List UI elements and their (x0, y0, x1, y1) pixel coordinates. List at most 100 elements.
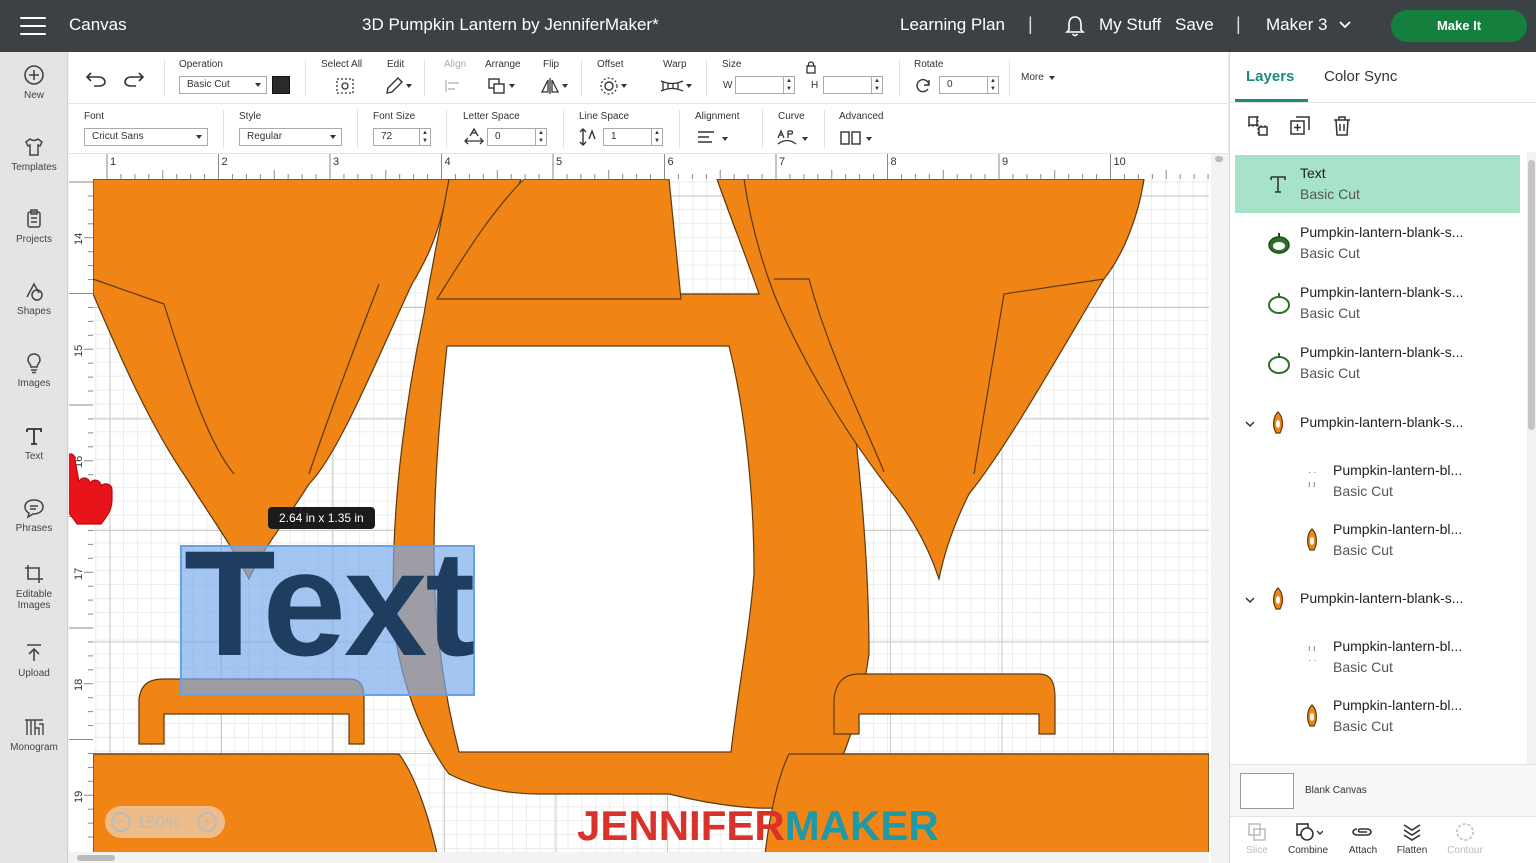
contour-label: Contour (1447, 845, 1483, 856)
ruler-label: 17 (73, 567, 85, 580)
toolbar-divider (357, 110, 358, 148)
chevron-down-icon[interactable] (1244, 594, 1256, 606)
rotate-icon[interactable] (913, 76, 933, 96)
combine-button[interactable]: Combine (1281, 821, 1335, 856)
make-it-button[interactable]: Make It (1391, 10, 1527, 42)
flatten-button[interactable]: Flatten (1385, 821, 1439, 856)
layer-child[interactable]: Pumpkin-lantern-bl... Basic Cut (1230, 687, 1520, 745)
tab-layers[interactable]: Layers (1246, 68, 1294, 85)
sidebar-item-text[interactable]: Text (0, 425, 68, 462)
flip-label: Flip (543, 59, 560, 70)
color-swatch[interactable] (272, 76, 290, 94)
rotate-input[interactable]: 0 ▲ ▼ (939, 76, 999, 94)
height-input[interactable]: ▲ ▼ (823, 76, 883, 94)
layer-name: Pumpkin-lantern-blank-s... (1300, 344, 1464, 360)
sidebar-item-new[interactable]: New (0, 64, 68, 101)
ruler-label: 7 (779, 156, 786, 168)
layer-pumpkin[interactable]: Pumpkin-lantern-blank-s... Basic Cut (1230, 214, 1520, 272)
text-toolbar: Font Cricut Sans Style Regular Font Size… (69, 104, 1228, 154)
warp-icon[interactable] (659, 78, 685, 94)
design-canvas[interactable]: 1 2 3 4 5 6 7 8 9 10 14 15 16 17 18 19 Text 2.64 in x … (69, 154, 1228, 863)
sidebar-item-monogram[interactable]: Monogram (0, 716, 68, 753)
pumpkin-lantern-shapes[interactable] (69, 154, 1209, 863)
sidebar-item-editable-images[interactable]: Editable Images (0, 563, 68, 611)
delete-icon[interactable] (1330, 114, 1354, 138)
attach-button[interactable]: Attach (1336, 821, 1390, 856)
layer-group[interactable]: Pumpkin-lantern-blank-s... (1230, 570, 1520, 628)
machine-selector[interactable]: Maker 3 (1266, 15, 1327, 35)
chevron-down-icon[interactable] (1338, 18, 1352, 32)
align-left-icon[interactable] (696, 129, 718, 147)
canvas-horizontal-scrollbar[interactable] (69, 852, 1209, 863)
layer-name: Pumpkin-lantern-bl... (1333, 697, 1463, 713)
font-size-input[interactable]: 72 ▲ ▼ (373, 128, 431, 146)
toolbar-divider (899, 60, 900, 96)
ruler-label: 9 (1002, 156, 1009, 168)
combine-icon (1296, 823, 1323, 841)
sidebar-item-images[interactable]: Images (0, 352, 68, 389)
letter-space-value: 0 (495, 131, 501, 142)
attach-label: Attach (1348, 845, 1378, 856)
arrange-icon[interactable] (486, 76, 508, 96)
font-select[interactable]: Cricut Sans (84, 128, 208, 146)
canvas-vertical-scrollbar[interactable] (1211, 154, 1228, 863)
line-space-input[interactable]: 1 ▲ ▼ (603, 128, 663, 146)
zoom-out-button[interactable]: − (111, 812, 131, 832)
blank-canvas-swatch[interactable] (1240, 773, 1294, 809)
app-title: Canvas (69, 15, 127, 34)
sidebar-item-phrases[interactable]: Phrases (0, 497, 68, 534)
style-select[interactable]: Regular (239, 128, 342, 146)
flip-icon[interactable] (539, 76, 561, 96)
duplicate-icon[interactable] (1288, 114, 1312, 138)
zoom-level: 150% (137, 813, 181, 832)
undo-icon[interactable] (85, 70, 107, 88)
save-button[interactable]: Save (1175, 15, 1214, 35)
layer-text[interactable]: Text Basic Cut (1235, 155, 1520, 213)
learning-plan-link[interactable]: Learning Plan (900, 15, 1005, 35)
offset-icon[interactable] (598, 76, 620, 96)
size-label: Size (722, 59, 742, 70)
select-all-icon[interactable] (334, 76, 356, 96)
layer-child[interactable]: Pumpkin-lantern-bl... Basic Cut (1230, 511, 1520, 569)
operation-select[interactable]: Basic Cut (179, 76, 267, 94)
dropdown-caret-icon (686, 84, 692, 88)
layers-scrollbar[interactable] (1527, 152, 1536, 764)
bell-icon[interactable] (1064, 14, 1086, 38)
zoom-in-button[interactable]: + (197, 812, 217, 832)
dropdown-caret-icon (621, 84, 627, 88)
group-icon[interactable] (1246, 114, 1270, 138)
editable-images-icon (25, 565, 43, 583)
layer-child[interactable]: ı ı · · Pumpkin-lantern-bl... Basic Cut (1230, 628, 1520, 686)
layer-pumpkin[interactable]: Pumpkin-lantern-blank-s... Basic Cut (1230, 274, 1520, 332)
sidebar-item-projects[interactable]: Projects (0, 208, 68, 245)
curve-label: Curve (778, 111, 805, 122)
sidebar-item-templates[interactable]: Templates (0, 136, 68, 173)
layer-operation: Basic Cut (1333, 483, 1393, 499)
toolbar-divider (424, 60, 425, 96)
pumpkin-outline-icon (1268, 353, 1290, 374)
line-space-value: 1 (611, 131, 617, 142)
lock-icon[interactable] (805, 60, 817, 74)
redo-icon[interactable] (123, 70, 145, 88)
flatten-label: Flatten (1396, 845, 1428, 856)
text-object[interactable]: Text (184, 528, 475, 678)
hamburger-menu-icon[interactable] (20, 17, 46, 35)
sidebar-item-upload[interactable]: Upload (0, 642, 68, 679)
layer-group[interactable]: Pumpkin-lantern-blank-s... (1230, 394, 1520, 452)
advanced-icon[interactable] (839, 130, 863, 146)
slice-icon (1248, 823, 1266, 841)
tab-color-sync[interactable]: Color Sync (1324, 68, 1397, 85)
layer-child[interactable]: · · ı ı Pumpkin-lantern-bl... Basic Cut (1230, 452, 1520, 510)
toolbar-divider (762, 110, 763, 148)
ruler-label: 10 (1113, 156, 1126, 168)
more-button[interactable]: More (1021, 72, 1044, 83)
layer-pumpkin[interactable]: Pumpkin-lantern-blank-s... Basic Cut (1230, 334, 1520, 392)
style-label: Style (239, 111, 262, 122)
curve-icon[interactable] (776, 129, 798, 147)
width-input[interactable]: ▲ ▼ (735, 76, 795, 94)
pencil-icon[interactable] (383, 76, 405, 96)
sidebar-item-shapes[interactable]: Shapes (0, 280, 68, 317)
my-stuff-link[interactable]: My Stuff (1099, 15, 1161, 35)
letter-space-input[interactable]: 0 ▲ ▼ (487, 128, 547, 146)
chevron-down-icon[interactable] (1244, 418, 1256, 430)
